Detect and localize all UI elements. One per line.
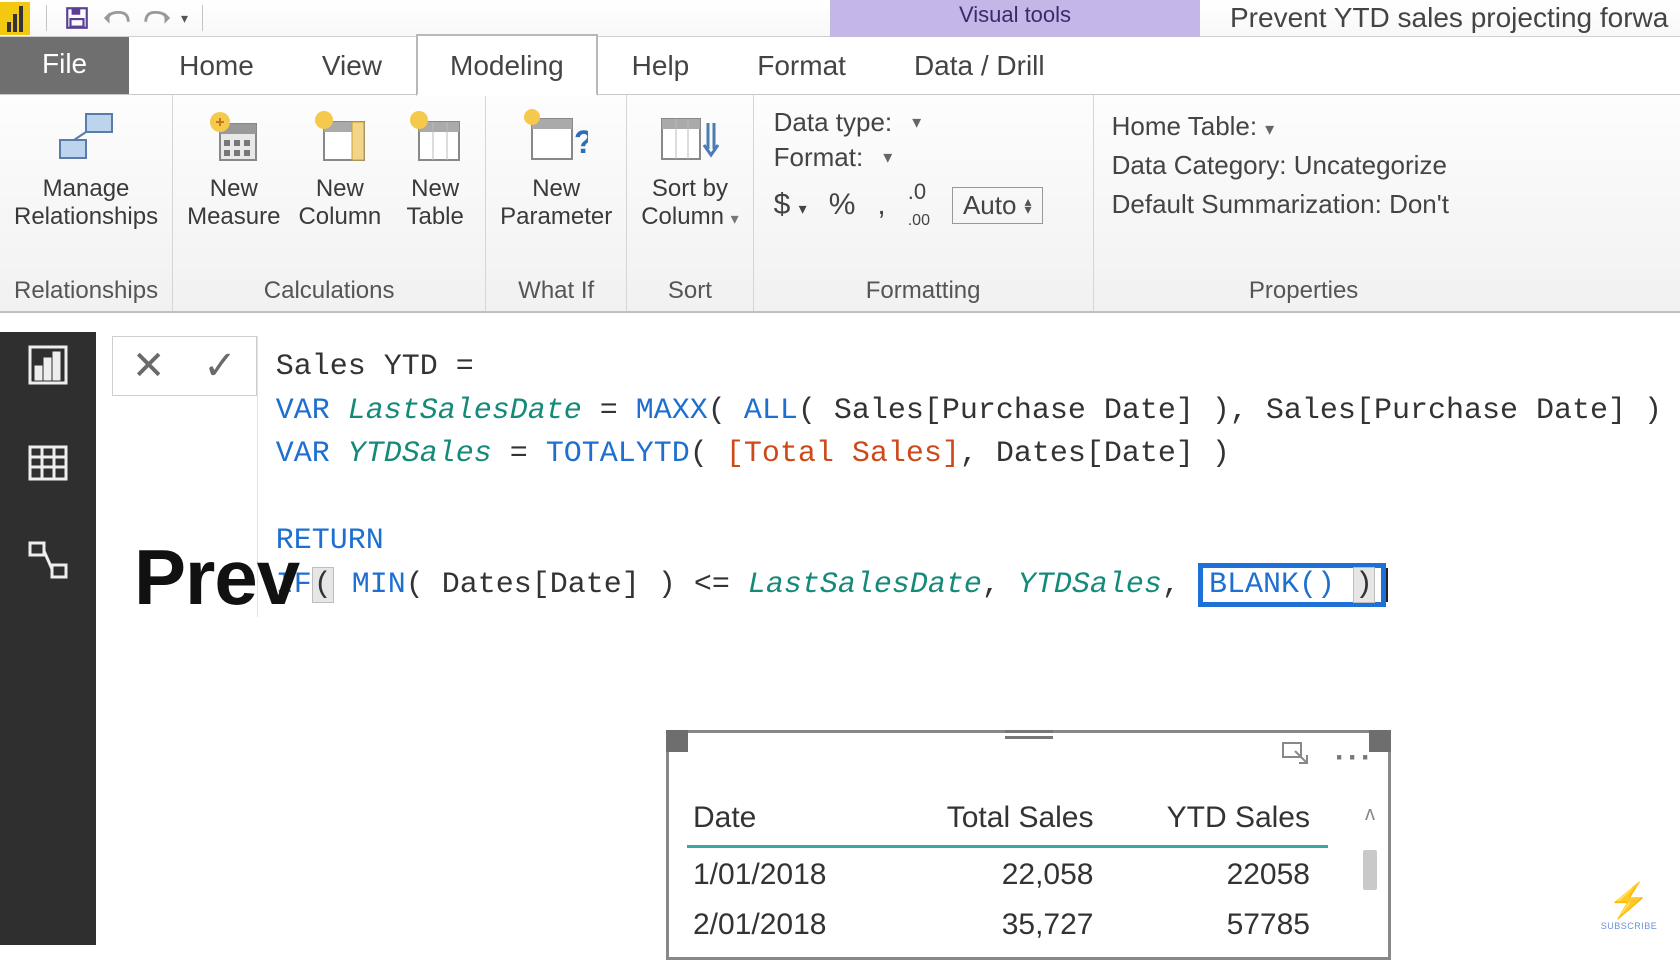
label: New Table	[406, 175, 463, 230]
default-summarization-dropdown[interactable]: Default Summarization: Don't	[1112, 189, 1496, 220]
tab-help[interactable]: Help	[598, 34, 724, 94]
formula-editor[interactable]: Sales YTD = VAR LastSalesDate = MAXX( AL…	[257, 336, 1680, 617]
formula-commit-button[interactable]: ✓	[203, 343, 237, 389]
group-label: Relationships	[14, 271, 158, 307]
decimal-button[interactable]: .0.00	[908, 179, 930, 231]
group-label: Formatting	[866, 271, 981, 307]
save-button[interactable]	[57, 2, 97, 34]
data-category-dropdown[interactable]: Data Category: Uncategorize	[1112, 150, 1496, 181]
home-table-dropdown[interactable]: Home Table:▾	[1112, 111, 1496, 142]
table-row: 1/01/2018 22,058 22058	[687, 847, 1328, 899]
new-table-button[interactable]: New Table	[399, 101, 471, 230]
manage-relationships-button[interactable]: Manage Relationships	[14, 101, 158, 230]
format-dropdown[interactable]: Format:▾	[774, 142, 1073, 173]
table-visual[interactable]: ··· Date Total Sales YTD Sales 1/01/2018…	[666, 730, 1391, 960]
contextual-tab-visual-tools: Visual tools	[830, 0, 1200, 37]
ribbon-group-relationships: Manage Relationships Relationships	[0, 95, 173, 311]
table-row: 2/01/2018 35,727 57785	[687, 898, 1328, 948]
group-label: Sort	[668, 271, 712, 307]
model-view-button[interactable]	[21, 534, 75, 588]
qat-dropdown[interactable]: ▾	[177, 10, 192, 27]
group-label: What If	[518, 271, 594, 307]
report-view-button[interactable]	[21, 338, 75, 392]
percent-button[interactable]: %	[829, 188, 856, 222]
resize-handle-tl[interactable]	[666, 730, 688, 752]
scrollbar[interactable]: ʌ	[1358, 803, 1382, 951]
page-title-truncated: Prev	[134, 532, 299, 623]
tab-modeling[interactable]: Modeling	[416, 34, 598, 96]
more-options-icon[interactable]: ···	[1335, 741, 1374, 775]
label: New Measure	[187, 175, 280, 230]
document-title: Prevent YTD sales projecting forwa	[1230, 2, 1668, 34]
decimal-places-input[interactable]: Auto▴▾	[952, 187, 1043, 224]
currency-button[interactable]: $ ▾	[774, 188, 807, 222]
data-type-dropdown[interactable]: Data type:▾	[774, 107, 1073, 138]
ribbon: Manage Relationships Relationships New M…	[0, 95, 1680, 313]
formula-bar: ✕ ✓ Sales YTD = VAR LastSalesDate = MAXX…	[112, 336, 1680, 617]
label: New Column	[298, 175, 381, 230]
undo-button[interactable]	[97, 2, 137, 34]
ribbon-group-calculations: New Measure New Column New Table Calcula…	[173, 95, 486, 311]
separator	[202, 5, 203, 31]
tab-home[interactable]: Home	[145, 34, 288, 94]
separator	[46, 5, 47, 31]
tab-format[interactable]: Format	[723, 34, 880, 94]
group-label: Calculations	[264, 271, 395, 307]
focus-mode-icon[interactable]	[1281, 741, 1311, 775]
quick-access-toolbar: ▾ Visual tools Prevent YTD sales project…	[0, 0, 1680, 37]
app-icon	[0, 2, 30, 35]
ribbon-tabs: File Home View Modeling Help Format Data…	[0, 37, 1680, 95]
subscribe-watermark: ⚡ SUBSCRIBE	[1606, 881, 1652, 927]
sort-by-column-button[interactable]: Sort by Column ▾	[641, 101, 738, 230]
thousands-button[interactable]: ,	[877, 188, 885, 222]
new-measure-button[interactable]: New Measure	[187, 101, 280, 230]
ribbon-group-properties: Home Table:▾ Data Category: Uncategorize…	[1094, 95, 1514, 311]
ribbon-group-sort: Sort by Column ▾ Sort	[627, 95, 753, 311]
tab-view[interactable]: View	[288, 34, 416, 94]
column-header[interactable]: Total Sales	[891, 793, 1112, 847]
formula-cancel-button[interactable]: ✕	[132, 343, 166, 389]
table-content: Date Total Sales YTD Sales 1/01/2018 22,…	[687, 793, 1328, 948]
label: Manage Relationships	[14, 175, 158, 230]
report-canvas: ✕ ✓ Sales YTD = VAR LastSalesDate = MAXX…	[96, 332, 1680, 945]
ribbon-group-whatif: ? New Parameter What If	[486, 95, 627, 311]
label: Sort by Column ▾	[641, 175, 738, 230]
new-parameter-button[interactable]: ? New Parameter	[500, 101, 612, 230]
ribbon-group-formatting: Data type:▾ Format:▾ $ ▾ % , .0.00 Auto▴…	[754, 95, 1094, 311]
bolt-icon: ⚡	[1608, 881, 1650, 921]
tab-file[interactable]: File	[0, 32, 129, 94]
group-label: Properties	[1249, 271, 1358, 307]
data-view-button[interactable]	[21, 436, 75, 490]
column-header[interactable]: YTD Sales	[1111, 793, 1328, 847]
tab-data-drill[interactable]: Data / Drill	[880, 34, 1079, 94]
drag-handle[interactable]	[1005, 730, 1053, 740]
view-rail	[0, 332, 96, 945]
scroll-thumb[interactable]	[1363, 850, 1377, 890]
label: New Parameter	[500, 175, 612, 230]
svg-text:?: ?	[574, 124, 588, 160]
redo-button[interactable]	[137, 2, 177, 34]
column-header[interactable]: Date	[687, 793, 891, 847]
new-column-button[interactable]: New Column	[298, 101, 381, 230]
